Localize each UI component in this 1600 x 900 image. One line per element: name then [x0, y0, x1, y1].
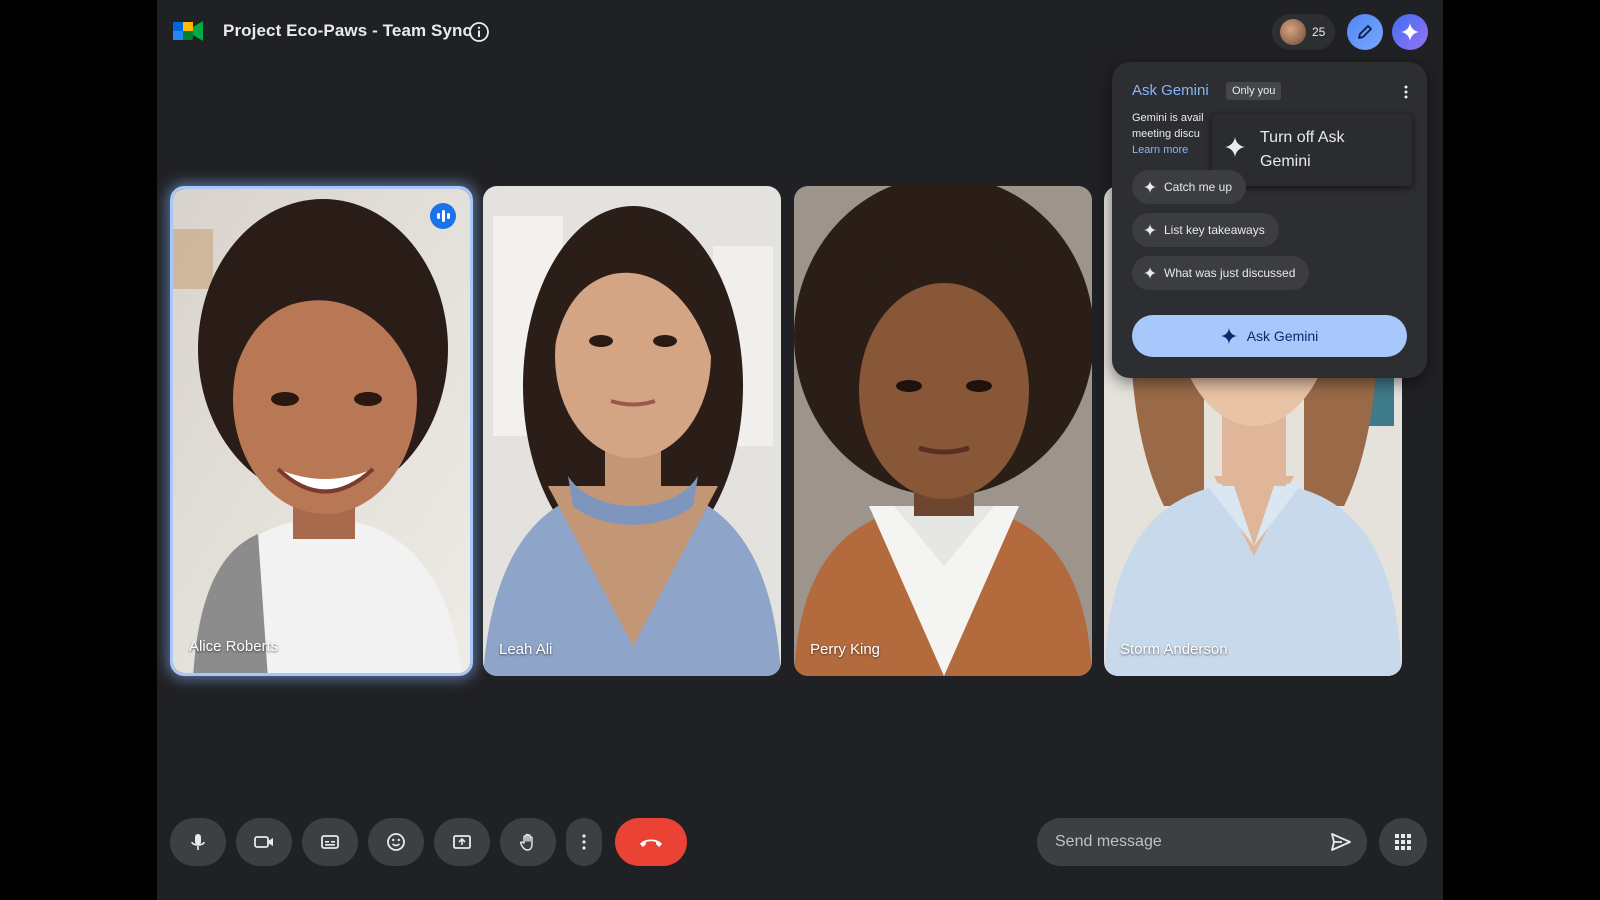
ask-gemini-button[interactable]: Ask Gemini	[1132, 315, 1407, 357]
suggestion-chip[interactable]: Catch me up	[1132, 170, 1247, 204]
emoji-icon	[387, 833, 405, 851]
participant-tile[interactable]: Leah Ali	[483, 186, 781, 676]
meet-logo-icon	[173, 21, 203, 41]
more-options-button[interactable]	[566, 818, 602, 866]
participant-avatars	[1280, 19, 1306, 45]
end-call-icon	[640, 839, 662, 847]
video-camera-icon	[254, 836, 273, 848]
reactions-button[interactable]	[368, 818, 424, 866]
present-screen-button[interactable]	[434, 818, 490, 866]
suggestion-label: Catch me up	[1164, 180, 1233, 194]
top-bar: Project Eco-Paws - Team Sync 25	[157, 0, 1443, 64]
captions-icon	[321, 835, 339, 849]
meeting-title: Project Eco-Paws - Team Sync	[223, 21, 473, 40]
video-feed	[794, 186, 1092, 676]
pencil-icon	[1358, 25, 1372, 39]
participant-tile[interactable]: Perry King	[794, 186, 1092, 676]
video-feed	[173, 189, 470, 673]
suggestion-chip[interactable]: What was just discussed	[1132, 256, 1310, 290]
speaking-indicator-icon	[430, 203, 456, 229]
participant-name: Leah Ali	[499, 641, 553, 658]
suggestion-label: List key takeaways	[1164, 223, 1265, 237]
participant-count: 25	[1312, 25, 1326, 39]
video-feed	[483, 186, 781, 676]
more-vert-icon[interactable]	[1401, 84, 1411, 100]
send-icon[interactable]	[1329, 830, 1353, 854]
send-message-bar	[1037, 818, 1367, 866]
description-line: meeting discu	[1132, 128, 1200, 140]
sparkle-icon	[1144, 267, 1156, 279]
take-notes-button[interactable]	[1347, 14, 1383, 50]
camera-button[interactable]	[236, 818, 292, 866]
microphone-icon	[191, 834, 205, 850]
ask-gemini-panel: Ask Gemini Only you Gemini is avail meet…	[1112, 62, 1427, 378]
participant-name: Storm Anderson	[1120, 641, 1228, 658]
participant-name: Perry King	[810, 641, 881, 658]
participant-tile[interactable]: Alice Roberts	[170, 186, 473, 676]
meet-window: Project Eco-Paws - Team Sync 25 Alice Ro…	[157, 0, 1443, 900]
only-you-badge: Only you	[1226, 82, 1282, 100]
message-input[interactable]	[1053, 818, 1313, 866]
more-vert-icon	[582, 834, 586, 850]
sparkle-icon	[1220, 328, 1237, 344]
learn-more-link[interactable]: Learn more	[1132, 144, 1188, 156]
leave-call-button[interactable]	[615, 818, 687, 866]
sparkle-icon	[1144, 224, 1156, 236]
hand-icon	[520, 833, 533, 851]
suggestion-label: What was just discussed	[1164, 266, 1296, 280]
ask-gemini-label: Ask Gemini	[1246, 328, 1319, 344]
sparkle-icon	[1225, 137, 1245, 157]
raise-hand-button[interactable]	[500, 818, 556, 866]
panel-title: Ask Gemini	[1132, 82, 1209, 99]
participants-button[interactable]: 25	[1272, 14, 1335, 50]
info-icon[interactable]	[468, 21, 490, 43]
microphone-button[interactable]	[170, 818, 226, 866]
present-icon	[453, 835, 471, 849]
participant-name: Alice Roberts	[189, 638, 279, 655]
turn-off-gemini-item[interactable]: Turn off Ask Gemini	[1260, 126, 1370, 174]
captions-button[interactable]	[302, 818, 358, 866]
sparkle-icon	[1144, 181, 1156, 193]
gemini-sparkle-icon	[1401, 23, 1419, 41]
apps-grid-icon	[1395, 834, 1411, 850]
suggestion-chip[interactable]: List key takeaways	[1132, 213, 1279, 247]
gemini-button[interactable]	[1392, 14, 1428, 50]
description-line: Gemini is avail	[1132, 112, 1204, 124]
activities-button[interactable]	[1379, 818, 1427, 866]
